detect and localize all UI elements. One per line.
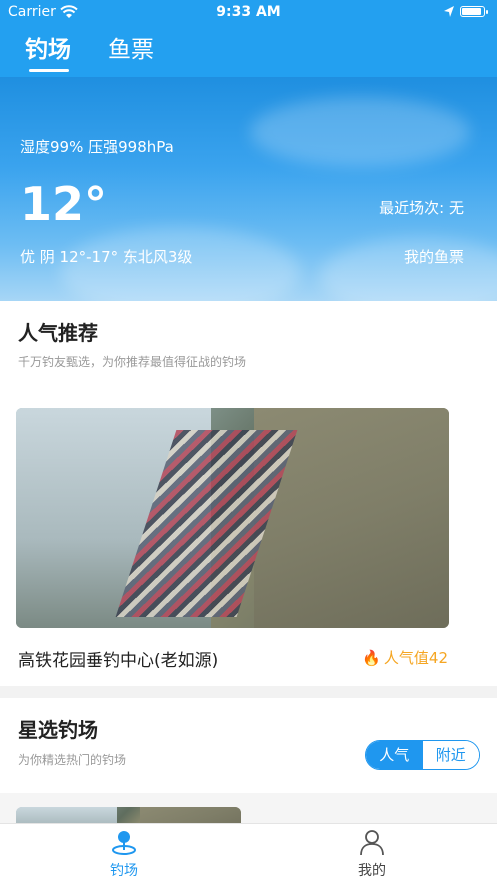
featured-list [0, 793, 497, 837]
profile-icon [360, 830, 384, 856]
popular-section: 人气推荐 千万钓友甄选，为你推荐最值得征战的钓场 高铁花园垂钓中心(老如源) 🔥… [0, 301, 497, 686]
tab-bar-fishing-spots[interactable]: 钓场 [0, 824, 248, 884]
status-bar: Carrier 9:33 AM [0, 0, 497, 26]
clock: 9:33 AM [216, 4, 281, 20]
weather-condition: 优 阴 12°-17° 东北风3级 [20, 248, 193, 266]
top-bar: Carrier 9:33 AM 钓场 鱼票 [0, 0, 497, 77]
flame-icon: 🔥 [362, 649, 381, 667]
spot-name[interactable]: 高铁花园垂钓中心(老如源) [18, 646, 218, 671]
filter-nearby-button[interactable]: 附近 [422, 741, 479, 769]
popularity-value: 🔥 人气值42 [362, 649, 448, 667]
fishing-spot-icon [112, 831, 136, 855]
tab-bar-label: 我的 [358, 863, 386, 879]
tab-bar-label: 钓场 [110, 863, 138, 879]
humidity-pressure: 湿度99% 压强998hPa [20, 138, 174, 156]
tab-fish-tickets[interactable]: 鱼票 [108, 30, 154, 64]
bottom-tab-bar: 钓场 我的 [0, 823, 497, 884]
my-tickets-link[interactable]: 我的鱼票 [404, 246, 464, 267]
filter-popular-button[interactable]: 人气 [366, 741, 423, 769]
location-arrow-icon [444, 6, 454, 17]
spot-photo[interactable] [16, 408, 449, 628]
section-title: 星选钓场 [18, 718, 98, 742]
battery-icon [460, 6, 488, 17]
section-title: 人气推荐 [18, 321, 98, 345]
recent-sessions[interactable]: 最近场次: 无 [379, 197, 464, 218]
section-subtitle: 千万钓友甄选，为你推荐最值得征战的钓场 [18, 355, 247, 369]
sort-toggle: 人气 附近 [365, 740, 480, 770]
weather-banner: 湿度99% 压强998hPa 12° 最近场次: 无 优 阴 12°-17° 东… [0, 77, 497, 301]
active-tab-indicator [29, 69, 69, 72]
tab-bar-profile[interactable]: 我的 [248, 824, 496, 884]
section-subtitle: 为你精选热门的钓场 [18, 753, 127, 767]
temperature: 12° [20, 177, 108, 231]
featured-section: 星选钓场 为你精选热门的钓场 人气 附近 [0, 698, 497, 793]
tab-fishing-spots[interactable]: 钓场 [25, 30, 71, 64]
